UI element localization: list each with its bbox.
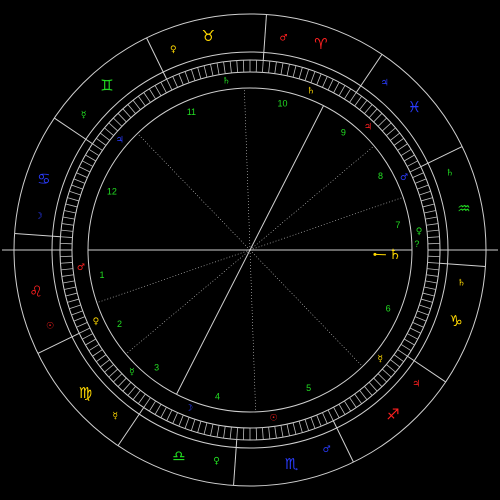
planet-pointer-dot xyxy=(373,252,377,256)
house-number-9: 9 xyxy=(341,128,346,138)
house-ruler-icon: ♂ xyxy=(77,263,85,273)
sagittarius-sign-icon: ♐ xyxy=(386,406,399,424)
house-number-11: 11 xyxy=(187,107,196,117)
house-number-7: 7 xyxy=(395,220,400,230)
aquarius-ruler-icon: ♄ xyxy=(446,168,454,178)
aries-sign-icon: ♈ xyxy=(314,35,327,53)
house-ruler-icon: ☿ xyxy=(129,367,135,377)
libra-sign-icon: ♎ xyxy=(172,447,185,465)
house-ruler-icon: ☉ xyxy=(270,413,278,423)
house-ruler-icon: ♄ xyxy=(307,86,315,96)
natal-chart-wheel: ♈ ♉ ♊ ♋ ♌ ♍ ♎ ♏ ♐ ♑ ♒ ♓ ♂ ♀ ☿ ☽ ☉ ☿ ♀ ♂ ♃ ♄ ♄ ♃ 1 ♂ 2 ♀ 3 ☿ 4 ☽ 5 ☉ 6 ☿ 7 ♀… xyxy=(0,0,500,500)
taurus-ruler-icon: ♀ xyxy=(170,45,177,55)
taurus-sign-icon: ♉ xyxy=(202,27,215,45)
scorpio-sign-icon: ♏ xyxy=(285,455,299,473)
cancer-sign-icon: ♋ xyxy=(37,170,50,188)
virgo-sign-icon: ♍ xyxy=(79,384,92,402)
house-ruler-icon: ♄ xyxy=(222,77,230,87)
saturn-icon: ♄ xyxy=(389,247,402,263)
libra-ruler-icon: ♀ xyxy=(213,456,220,466)
house-ruler-icon: ☽ xyxy=(185,404,193,414)
capricorn-sign-icon: ♑ xyxy=(449,312,462,330)
sagittarius-ruler-icon: ♃ xyxy=(412,380,420,390)
house-number-2: 2 xyxy=(117,319,122,329)
house-number-10: 10 xyxy=(277,99,287,109)
house-ruler-icon: ♀ xyxy=(416,227,423,237)
house-ruler-icon: ♃ xyxy=(364,123,372,133)
scorpio-ruler-icon: ♂ xyxy=(323,445,331,455)
virgo-ruler-icon: ☿ xyxy=(113,411,119,421)
capricorn-ruler-icon: ♄ xyxy=(457,278,465,288)
house-ruler-icon: ☿ xyxy=(377,354,383,364)
house-ruler-icon: ♃ xyxy=(116,136,124,146)
house-ruler-icon: ♀ xyxy=(93,317,100,327)
house-number-3: 3 xyxy=(154,362,159,372)
pisces-sign-icon: ♓ xyxy=(408,98,421,116)
house-number-5: 5 xyxy=(306,383,311,393)
house-number-1: 1 xyxy=(100,270,105,280)
gemini-ruler-icon: ☿ xyxy=(81,110,87,120)
aquarius-sign-icon: ♒ xyxy=(457,199,470,217)
gemini-sign-icon: ♊ xyxy=(100,76,113,94)
house-number-6: 6 xyxy=(386,304,391,314)
leo-ruler-icon: ☉ xyxy=(46,322,54,332)
cancer-ruler-icon: ☽ xyxy=(35,212,43,222)
house-ruler-icon: ♂ xyxy=(400,173,408,183)
house-number-4: 4 xyxy=(215,391,220,401)
pisces-ruler-icon: ♃ xyxy=(381,79,389,89)
house-number-8: 8 xyxy=(378,171,383,181)
leo-sign-icon: ♌ xyxy=(29,283,42,301)
house-number-12: 12 xyxy=(107,186,117,196)
question-mark-glyph: ? xyxy=(414,239,419,249)
aries-ruler-icon: ♂ xyxy=(279,34,287,44)
